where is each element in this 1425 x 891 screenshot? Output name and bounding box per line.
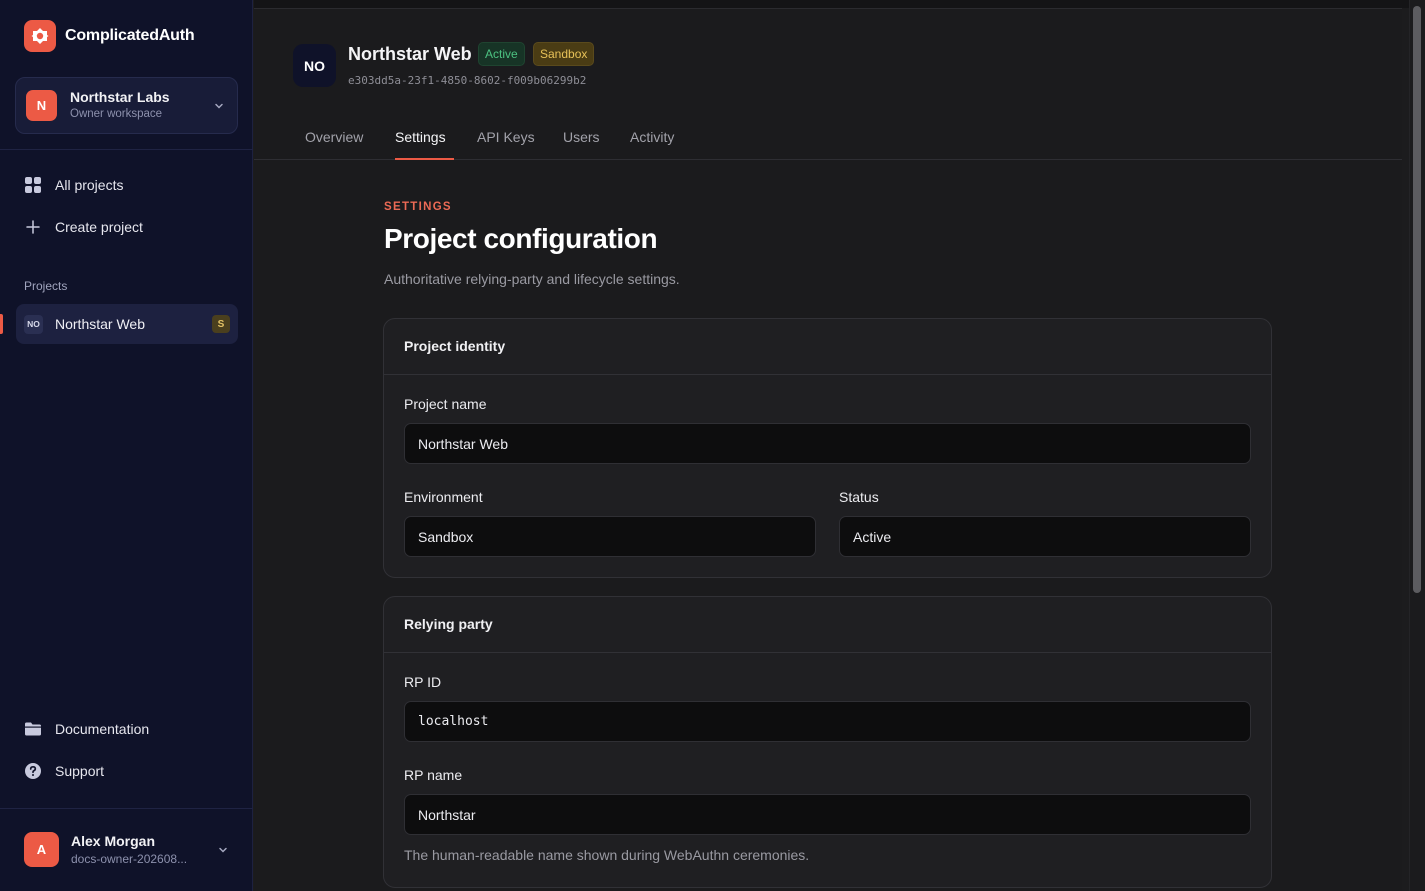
brand-logo-icon <box>24 20 56 52</box>
nav-support-label: Support <box>55 763 105 779</box>
environment-label: Environment <box>404 489 483 505</box>
nav-support[interactable]: Support <box>16 753 238 789</box>
environment-badge: Sandbox <box>533 42 595 66</box>
sidebar-project-northstar-web[interactable]: NO Northstar Web S <box>16 304 238 344</box>
project-id: e303dd5a-23f1-4850-8602-f009b06299b2 <box>348 74 587 87</box>
user-menu[interactable]: A Alex Morgan docs-owner-202608... <box>0 808 253 891</box>
sidebar: ComplicatedAuth N Northstar Labs Owner w… <box>0 0 253 891</box>
active-tab-indicator <box>395 158 454 160</box>
project-name-label: Project name <box>404 396 487 412</box>
workspace-avatar: N <box>26 90 57 121</box>
grid-icon <box>24 176 42 194</box>
section-eyebrow: SETTINGS <box>384 201 452 213</box>
chevron-down-icon <box>213 99 225 117</box>
status-field[interactable]: Active <box>839 516 1251 557</box>
card-title: Relying party <box>384 597 1271 653</box>
main-content: NO Northstar Web Active Sandbox e303dd5a… <box>254 8 1402 891</box>
workspace-switcher[interactable]: N Northstar Labs Owner workspace <box>15 77 238 134</box>
tab-users[interactable]: Users <box>563 129 600 145</box>
nav-documentation-label: Documentation <box>55 721 150 737</box>
nav-documentation[interactable]: Documentation <box>16 711 238 747</box>
project-title: Northstar Web <box>348 44 472 64</box>
project-identity-card: Project identity Project name Northstar … <box>383 318 1272 578</box>
plus-icon <box>24 218 42 236</box>
tab-settings[interactable]: Settings <box>395 129 446 145</box>
active-project-indicator <box>0 314 3 334</box>
rp-name-help-text: The human-readable name shown during Web… <box>404 847 810 863</box>
tab-api-keys[interactable]: API Keys <box>477 129 535 145</box>
project-badge: NO <box>24 314 43 334</box>
user-email: docs-owner-202608... <box>71 852 188 866</box>
brand-name: ComplicatedAuth <box>65 27 195 44</box>
project-name-input[interactable]: Northstar Web <box>404 423 1251 464</box>
projects-section-label: Projects <box>24 279 68 293</box>
app-window: ComplicatedAuth N Northstar Labs Owner w… <box>0 0 1425 891</box>
rp-name-input[interactable]: Northstar <box>404 794 1251 835</box>
project-avatar: NO <box>293 44 336 87</box>
nav-create-project-label: Create project <box>55 219 143 235</box>
rp-name-label: RP name <box>404 767 463 783</box>
project-tabs: Overview Settings API Keys Users Activit… <box>254 113 1402 160</box>
card-title: Project identity <box>384 319 1271 375</box>
nav-all-projects[interactable]: All projects <box>16 167 238 203</box>
workspace-name: Northstar Labs <box>70 89 170 105</box>
workspace-role: Owner workspace <box>70 108 163 120</box>
scrollbar-thumb[interactable] <box>1413 6 1421 593</box>
status-badge: Active <box>478 42 525 66</box>
user-avatar: A <box>24 832 59 867</box>
user-name: Alex Morgan <box>71 833 156 849</box>
environment-field[interactable]: Sandbox <box>404 516 816 557</box>
sidebar-divider <box>0 149 253 150</box>
nav-all-projects-label: All projects <box>55 177 124 193</box>
rp-id-label: RP ID <box>404 674 442 690</box>
tab-overview[interactable]: Overview <box>305 129 363 145</box>
status-label: Status <box>839 489 879 505</box>
chevron-down-icon <box>217 843 229 861</box>
tab-activity[interactable]: Activity <box>630 129 674 145</box>
page-subtitle: Authoritative relying-party and lifecycl… <box>384 271 680 287</box>
relying-party-card: Relying party RP ID localhost RP name No… <box>383 596 1272 888</box>
brand[interactable]: ComplicatedAuth <box>24 20 195 52</box>
folder-icon <box>24 720 42 738</box>
sandbox-tag: S <box>212 315 230 333</box>
rp-id-input[interactable]: localhost <box>404 701 1251 742</box>
nav-create-project[interactable]: Create project <box>16 209 238 245</box>
top-strip <box>254 0 1425 8</box>
help-circle-icon <box>24 762 42 780</box>
page-title: Project configuration <box>384 223 658 254</box>
sidebar-project-name: Northstar Web <box>55 316 145 332</box>
